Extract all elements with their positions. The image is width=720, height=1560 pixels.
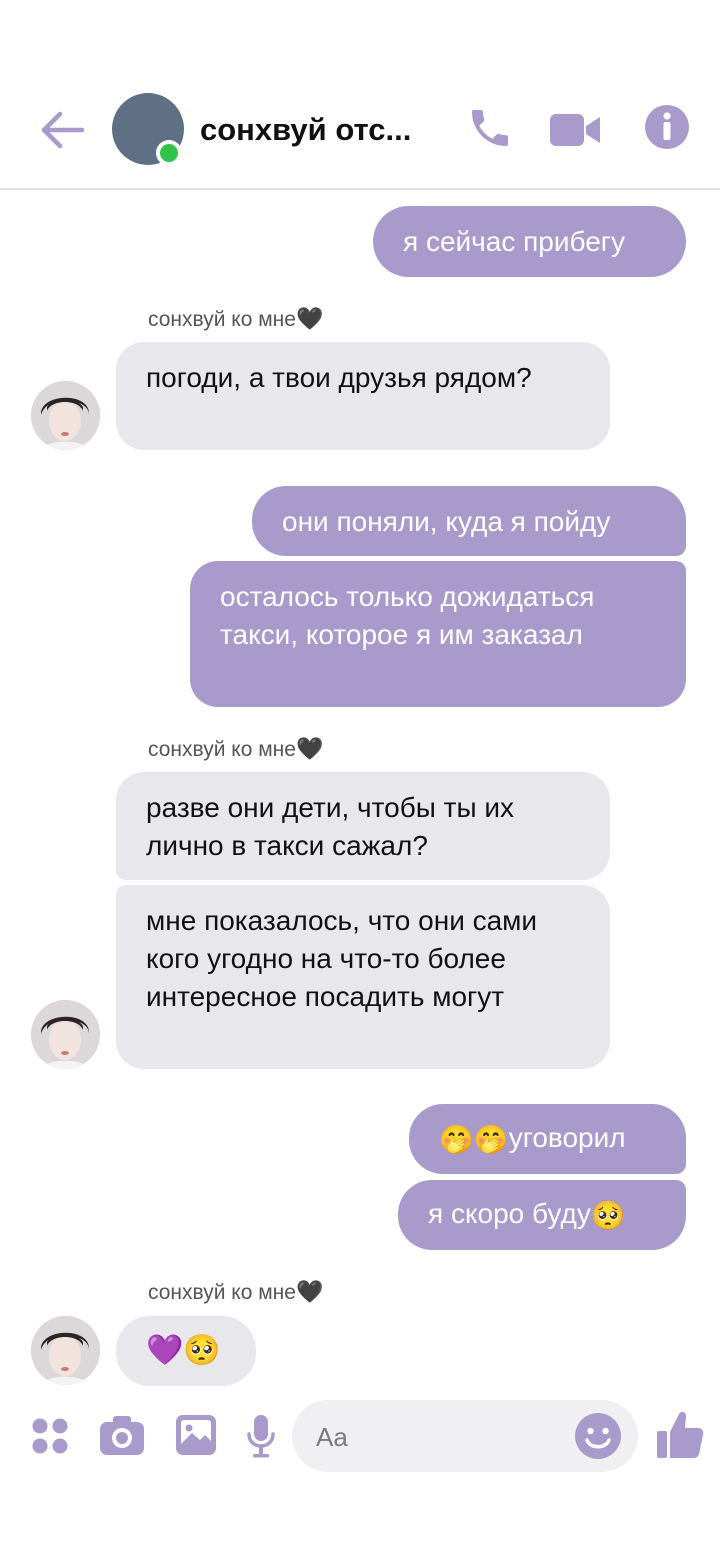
message-bubble-outgoing[interactable]: осталось только дожидаться такси, которо…: [190, 561, 686, 707]
message-bubble-outgoing[interactable]: они поняли, куда я пойду: [252, 486, 686, 556]
message-input-placeholder: Aa: [316, 1422, 348, 1452]
info-button[interactable]: [644, 104, 690, 150]
message-text: осталось только дожидаться такси, которо…: [220, 581, 595, 650]
emoji-button[interactable]: [574, 1412, 622, 1460]
sender-avatar[interactable]: [31, 1316, 100, 1385]
apps-button[interactable]: [31, 1417, 69, 1455]
sender-avatar[interactable]: [31, 381, 100, 450]
black-heart-icon: 🖤: [295, 1279, 324, 1304]
hand-over-mouth-emoji: 🤭🤭: [439, 1123, 509, 1155]
person-avatar-icon: [31, 381, 100, 450]
purple-heart-pleading-emoji: 💜🥺: [146, 1334, 221, 1368]
message-bubble-outgoing[interactable]: я скоро буду🥺: [398, 1180, 686, 1250]
like-button[interactable]: [656, 1410, 704, 1460]
emoji-icon: [575, 1413, 621, 1459]
call-button[interactable]: [466, 104, 514, 152]
person-avatar-icon: [31, 1316, 100, 1385]
sender-name: сонхвуй ко мне: [148, 1281, 296, 1304]
message-text: я сейчас прибегу: [403, 226, 625, 257]
back-button[interactable]: [38, 108, 88, 152]
message-text: погоди, а твои друзья рядом?: [146, 362, 532, 393]
sender-name: сонхвуй ко мне: [148, 738, 296, 761]
video-call-button[interactable]: [548, 108, 602, 152]
message-text: они поняли, куда я пойду: [282, 506, 611, 537]
message-bubble-incoming[interactable]: мне показалось, что они сами кого угодно…: [116, 885, 610, 1069]
sender-label: сонхвуй ко мне🖤: [148, 736, 323, 762]
sender-name: сонхвуй ко мне: [148, 308, 296, 331]
message-text: мне показалось, что они сами кого угодно…: [146, 905, 538, 1012]
message-text: разве они дети, чтобы ты их лично в такс…: [146, 792, 515, 861]
message-bubble-incoming[interactable]: погоди, а твои друзья рядом?: [116, 342, 610, 450]
camera-button[interactable]: [99, 1414, 145, 1456]
apps-grid-icon: [32, 1418, 68, 1454]
phone-icon: [472, 110, 508, 146]
info-icon: [645, 105, 689, 149]
camera-icon: [100, 1416, 144, 1455]
chat-header: сонхвуй отс...: [0, 0, 720, 190]
pleading-face-emoji: 🥺: [590, 1199, 626, 1231]
message-bubble-incoming[interactable]: разве они дети, чтобы ты их лично в такс…: [116, 772, 610, 880]
video-camera-icon: [550, 114, 600, 146]
message-bubble-outgoing[interactable]: я сейчас прибегу: [373, 206, 686, 277]
image-icon: [176, 1415, 216, 1455]
gallery-button[interactable]: [175, 1414, 217, 1456]
black-heart-icon: 🖤: [295, 306, 324, 331]
message-bubble-incoming[interactable]: 💜🥺: [116, 1316, 256, 1386]
sender-label: сонхвуй ко мне🖤: [148, 306, 323, 332]
sender-label: сонхвуй ко мне🖤: [148, 1279, 323, 1305]
voice-button[interactable]: [246, 1414, 276, 1458]
microphone-icon: [247, 1415, 275, 1458]
black-heart-icon: 🖤: [295, 736, 324, 761]
message-text: уговорил: [508, 1122, 626, 1153]
person-avatar-icon: [31, 1000, 100, 1069]
thumbs-up-icon: [657, 1411, 704, 1458]
message-input[interactable]: Aa: [292, 1400, 638, 1472]
contact-name[interactable]: сонхвуй отс...: [200, 112, 430, 148]
message-text: я скоро буду: [428, 1198, 591, 1229]
online-status-indicator: [156, 140, 182, 166]
back-arrow-icon: [41, 111, 85, 149]
message-bubble-outgoing[interactable]: 🤭🤭уговорил: [409, 1104, 686, 1174]
sender-avatar[interactable]: [31, 1000, 100, 1069]
